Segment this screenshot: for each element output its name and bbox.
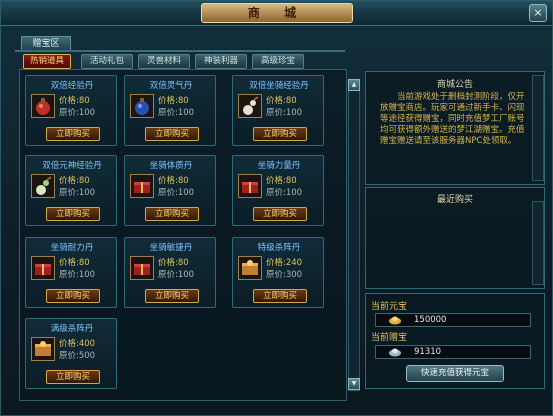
zengbao-balance: 91310 — [375, 345, 531, 359]
gold-box-icon[interactable] — [238, 256, 262, 280]
buy-now-button[interactable]: 立即购买 — [46, 289, 100, 303]
yuanbao-balance: 150000 — [375, 313, 531, 327]
window-title: 商 城 — [201, 3, 353, 23]
recent-title: 最近购买 — [436, 195, 473, 205]
blue-potion-icon[interactable] — [130, 94, 154, 118]
item-price: 价格:240 — [266, 258, 303, 268]
buy-now-button[interactable]: 立即购买 — [145, 127, 199, 141]
item-card: 双倍坐骑经验丹 价格:80 原价:100 立即购买 — [232, 75, 324, 146]
item-price: 价格:80 — [266, 176, 297, 186]
zengbao-label: 当前赠宝 — [371, 333, 408, 343]
item-original-price: 原价:300 — [266, 270, 303, 280]
buy-now-button[interactable]: 立即购买 — [145, 207, 199, 221]
notice-panel: 商城公告 当前游戏处于删档封测阶段，仅开放赠宝商店。玩家可通过新手卡、闪现等途径… — [365, 71, 545, 185]
item-name: 满级杀阵丹 — [50, 324, 94, 334]
buy-now-button[interactable]: 立即购买 — [46, 127, 100, 141]
buy-now-button[interactable]: 立即购买 — [253, 127, 307, 141]
shop-window: 商 城 × 赠宝区 热销道具 活动礼包 灵兽材料 神装利器 高级珍宝 双倍经验丹… — [0, 0, 553, 416]
item-original-price: 原价:100 — [158, 188, 195, 198]
scroll-down-icon[interactable]: ▼ — [348, 378, 360, 390]
item-card: 满级杀阵丹价格:400 原价:500 立即购买 — [25, 318, 117, 389]
item-original-price: 原价:500 — [59, 351, 96, 361]
notice-scrollbar[interactable] — [532, 75, 544, 181]
item-original-price: 原价:100 — [158, 108, 195, 118]
item-price: 价格:80 — [59, 176, 90, 186]
yuanbao-value: 150000 — [414, 315, 447, 325]
item-price: 价格:80 — [59, 258, 90, 268]
recent-purchases-panel: 最近购买 — [365, 187, 545, 289]
item-original-price: 原价:100 — [59, 270, 96, 280]
item-price: 价格:400 — [59, 339, 96, 349]
item-name: 坐骑敏捷丹 — [149, 243, 193, 253]
recharge-button[interactable]: 快速充值获得元宝 — [406, 365, 504, 382]
close-button[interactable]: × — [529, 4, 547, 22]
item-original-price: 原价:100 — [59, 188, 96, 198]
buy-now-button[interactable]: 立即购买 — [46, 207, 100, 221]
gold-box-icon[interactable] — [31, 337, 55, 361]
item-name: 双倍元神经验丹 — [42, 161, 102, 171]
buy-now-button[interactable]: 立即购买 — [145, 289, 199, 303]
tab-divine-gear[interactable]: 神装利器 — [195, 54, 247, 69]
item-card: 坐骑体质丹价格:80 原价:100 立即购买 — [124, 155, 216, 226]
item-card: 双倍灵气丹价格:80 原价:100 立即购买 — [124, 75, 216, 146]
tab-hot-items[interactable]: 热销道具 — [23, 54, 71, 69]
tab-zengbao-zone[interactable]: 赠宝区 — [21, 36, 71, 51]
gold-ingot-icon — [389, 316, 401, 325]
item-card: 坐骑耐力丹价格:80 原价:100 立即购买 — [25, 237, 117, 308]
item-name: 坐骑耐力丹 — [50, 243, 94, 253]
red-gift-icon[interactable] — [31, 256, 55, 280]
red-gift-icon[interactable] — [130, 256, 154, 280]
buy-now-button[interactable]: 立即购买 — [253, 289, 307, 303]
item-price: 价格:80 — [158, 176, 189, 186]
item-name: 双倍坐骑经验丹 — [249, 81, 309, 91]
item-price: 价格:80 — [158, 96, 189, 106]
green-gourd-icon[interactable] — [31, 174, 55, 198]
title-bar[interactable]: 商 城 × — [1, 1, 552, 26]
item-name: 双倍经验丹 — [50, 81, 94, 91]
item-price: 价格:80 — [59, 96, 90, 106]
item-card: 坐骑敏捷丹价格:80 原价:100 立即购买 — [124, 237, 216, 308]
item-card: 双倍经验丹价格:80 原价:100 立即购买 — [25, 75, 117, 146]
buy-now-button[interactable]: 立即购买 — [46, 370, 100, 384]
notice-text: 当前游戏处于删档封测阶段，仅开放赠宝商店。玩家可通过新手卡、闪现等途径获得赠宝，… — [380, 92, 525, 146]
item-list-scrollbar[interactable] — [348, 79, 360, 391]
red-gift-icon[interactable] — [238, 174, 262, 198]
item-name: 双倍灵气丹 — [149, 81, 193, 91]
yuanbao-label: 当前元宝 — [371, 302, 408, 312]
tab-rare-treasures[interactable]: 高级珍宝 — [252, 54, 304, 69]
item-price: 价格:80 — [158, 258, 189, 268]
notice-title: 商城公告 — [436, 80, 473, 90]
recent-scrollbar[interactable] — [532, 201, 544, 285]
red-gift-icon[interactable] — [130, 174, 154, 198]
item-name: 坐骑体质丹 — [149, 161, 193, 171]
item-original-price: 原价:100 — [59, 108, 96, 118]
buy-now-button[interactable]: 立即购买 — [253, 207, 307, 221]
item-card: 双倍元神经验丹 价格:80 原价:100 立即购买 — [25, 155, 117, 226]
item-card: 特级杀阵丹价格:240 原价:300 立即购买 — [232, 237, 324, 308]
item-original-price: 原价:100 — [266, 108, 303, 118]
item-name: 特级杀阵丹 — [257, 243, 301, 253]
item-original-price: 原价:100 — [266, 188, 303, 198]
item-price: 价格:80 — [266, 96, 297, 106]
red-potion-icon[interactable] — [31, 94, 55, 118]
tab-event-packs[interactable]: 活动礼包 — [81, 54, 133, 69]
item-original-price: 原价:100 — [158, 270, 195, 280]
scroll-up-icon[interactable]: ▲ — [348, 79, 360, 91]
item-name: 坐骑力量丹 — [257, 161, 301, 171]
item-card: 坐骑力量丹价格:80 原价:100 立即购买 — [232, 155, 324, 226]
zengbao-value: 91310 — [414, 347, 442, 357]
gourd-icon[interactable] — [238, 94, 262, 118]
zone-divider — [15, 50, 345, 52]
tab-pet-materials[interactable]: 灵兽材料 — [138, 54, 190, 69]
silver-ingot-icon — [389, 348, 401, 357]
